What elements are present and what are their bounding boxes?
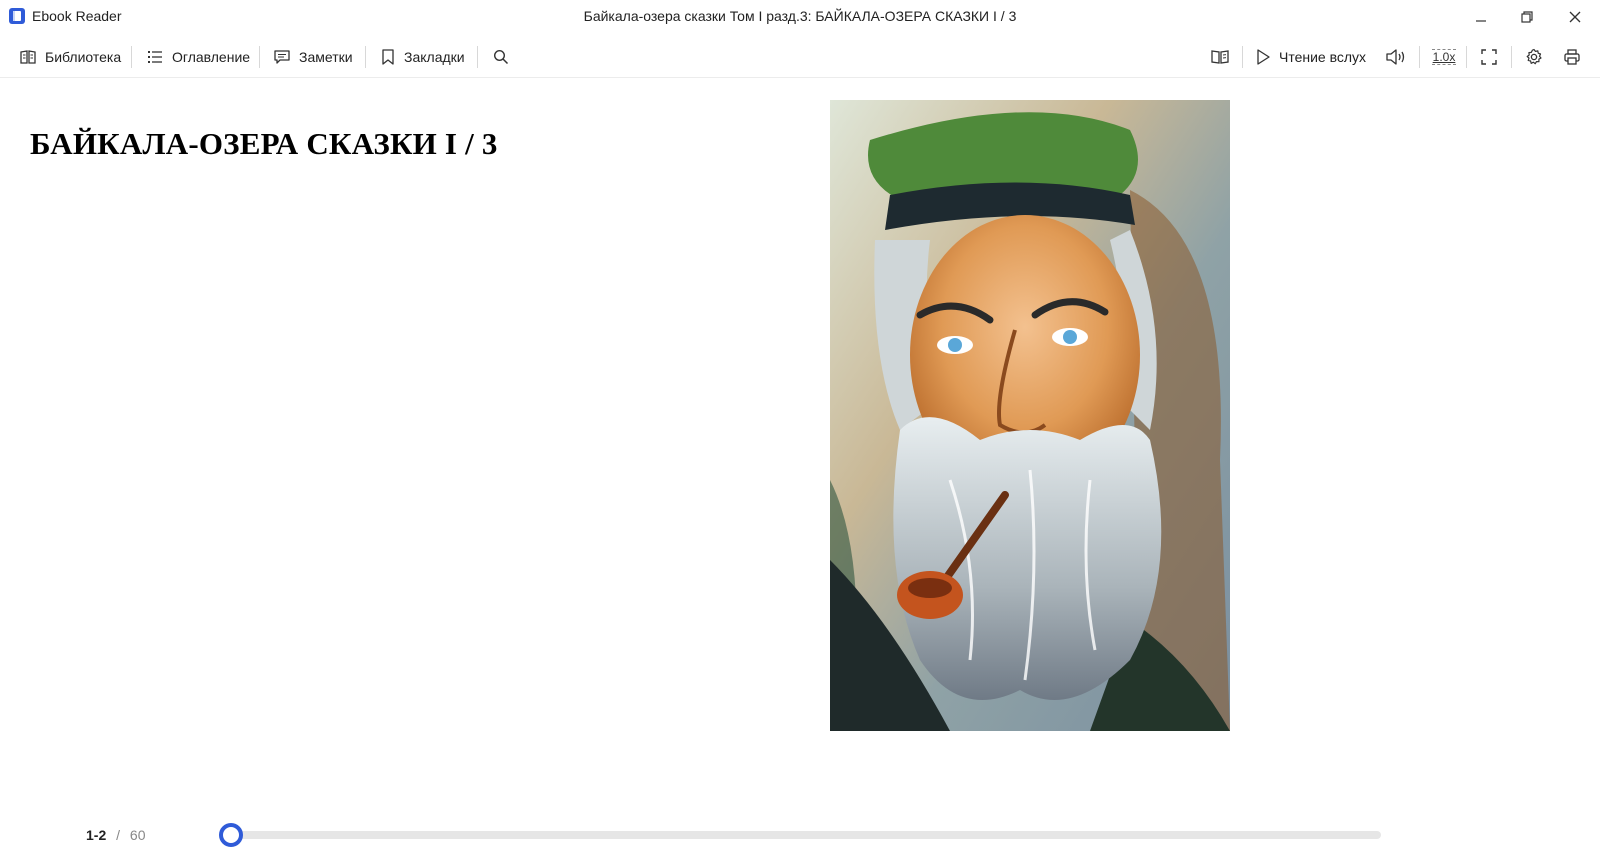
notes-button[interactable]: Заметки (273, 45, 353, 69)
two-page-view-icon (1211, 50, 1229, 64)
library-icon (20, 50, 36, 64)
toolbar-divider (1419, 46, 1420, 68)
total-pages: 60 (129, 827, 146, 843)
minimize-icon (1476, 20, 1486, 22)
chapter-illustration (830, 100, 1230, 731)
toolbar-divider (1511, 46, 1512, 68)
print-button[interactable] (1560, 45, 1584, 69)
two-page-view-button[interactable] (1208, 45, 1232, 69)
chapter-title: БАЙКАЛА-ОЗЕРА СКАЗКИ I / 3 (30, 126, 498, 161)
toolbar: Библиотека Оглавление Заметки Закладки Ч… (0, 36, 1600, 78)
title-bar: Ebook Reader Байкала-озера сказки Том I … (0, 0, 1600, 34)
table-of-contents-icon (148, 51, 162, 63)
bookmarks-label: Закладки (404, 49, 465, 65)
fullscreen-button[interactable] (1477, 45, 1501, 69)
toolbar-divider (477, 46, 478, 68)
toolbar-divider (1242, 46, 1243, 68)
settings-button[interactable] (1522, 45, 1546, 69)
library-label: Библиотека (45, 49, 122, 65)
restore-icon (1521, 11, 1533, 23)
speed-button[interactable]: 1.0x (1430, 45, 1458, 69)
speed-label: 1.0x (1431, 49, 1457, 65)
bookmarks-button[interactable]: Закладки (380, 45, 465, 69)
fullscreen-icon (1481, 49, 1497, 65)
minimize-button[interactable] (1458, 0, 1504, 34)
close-button[interactable] (1552, 0, 1598, 34)
close-icon (1569, 11, 1581, 23)
read-aloud-button[interactable]: Чтение вслух (1255, 45, 1366, 69)
read-aloud-label: Чтение вслух (1279, 49, 1367, 65)
notes-icon (274, 50, 290, 64)
window-title: Байкала-озера сказки Том I разд.3: БАЙКА… (583, 8, 1017, 24)
toolbar-divider (259, 46, 260, 68)
volume-button[interactable] (1384, 45, 1408, 69)
restore-button[interactable] (1504, 0, 1550, 34)
toolbar-divider (131, 46, 132, 68)
page-separator: / (116, 827, 121, 843)
search-icon (493, 49, 509, 65)
progress-slider-thumb[interactable] (219, 823, 243, 847)
portrait-image (830, 100, 1230, 731)
toolbar-divider (365, 46, 366, 68)
table-of-contents-button[interactable]: Оглавление (146, 45, 250, 69)
play-icon (1257, 49, 1270, 65)
gear-icon (1526, 48, 1542, 65)
notes-label: Заметки (299, 49, 353, 65)
volume-icon (1386, 49, 1405, 65)
toolbar-divider (1466, 46, 1467, 68)
current-pages: 1-2 (86, 827, 107, 843)
bookmark-icon (382, 49, 394, 65)
page-indicator: 1-2 / 60 (86, 827, 145, 843)
library-button[interactable]: Библиотека (19, 45, 121, 69)
search-button[interactable] (489, 45, 513, 69)
table-of-contents-label: Оглавление (172, 49, 251, 65)
reading-progress-bar[interactable] (219, 831, 1381, 839)
print-icon (1564, 49, 1580, 65)
